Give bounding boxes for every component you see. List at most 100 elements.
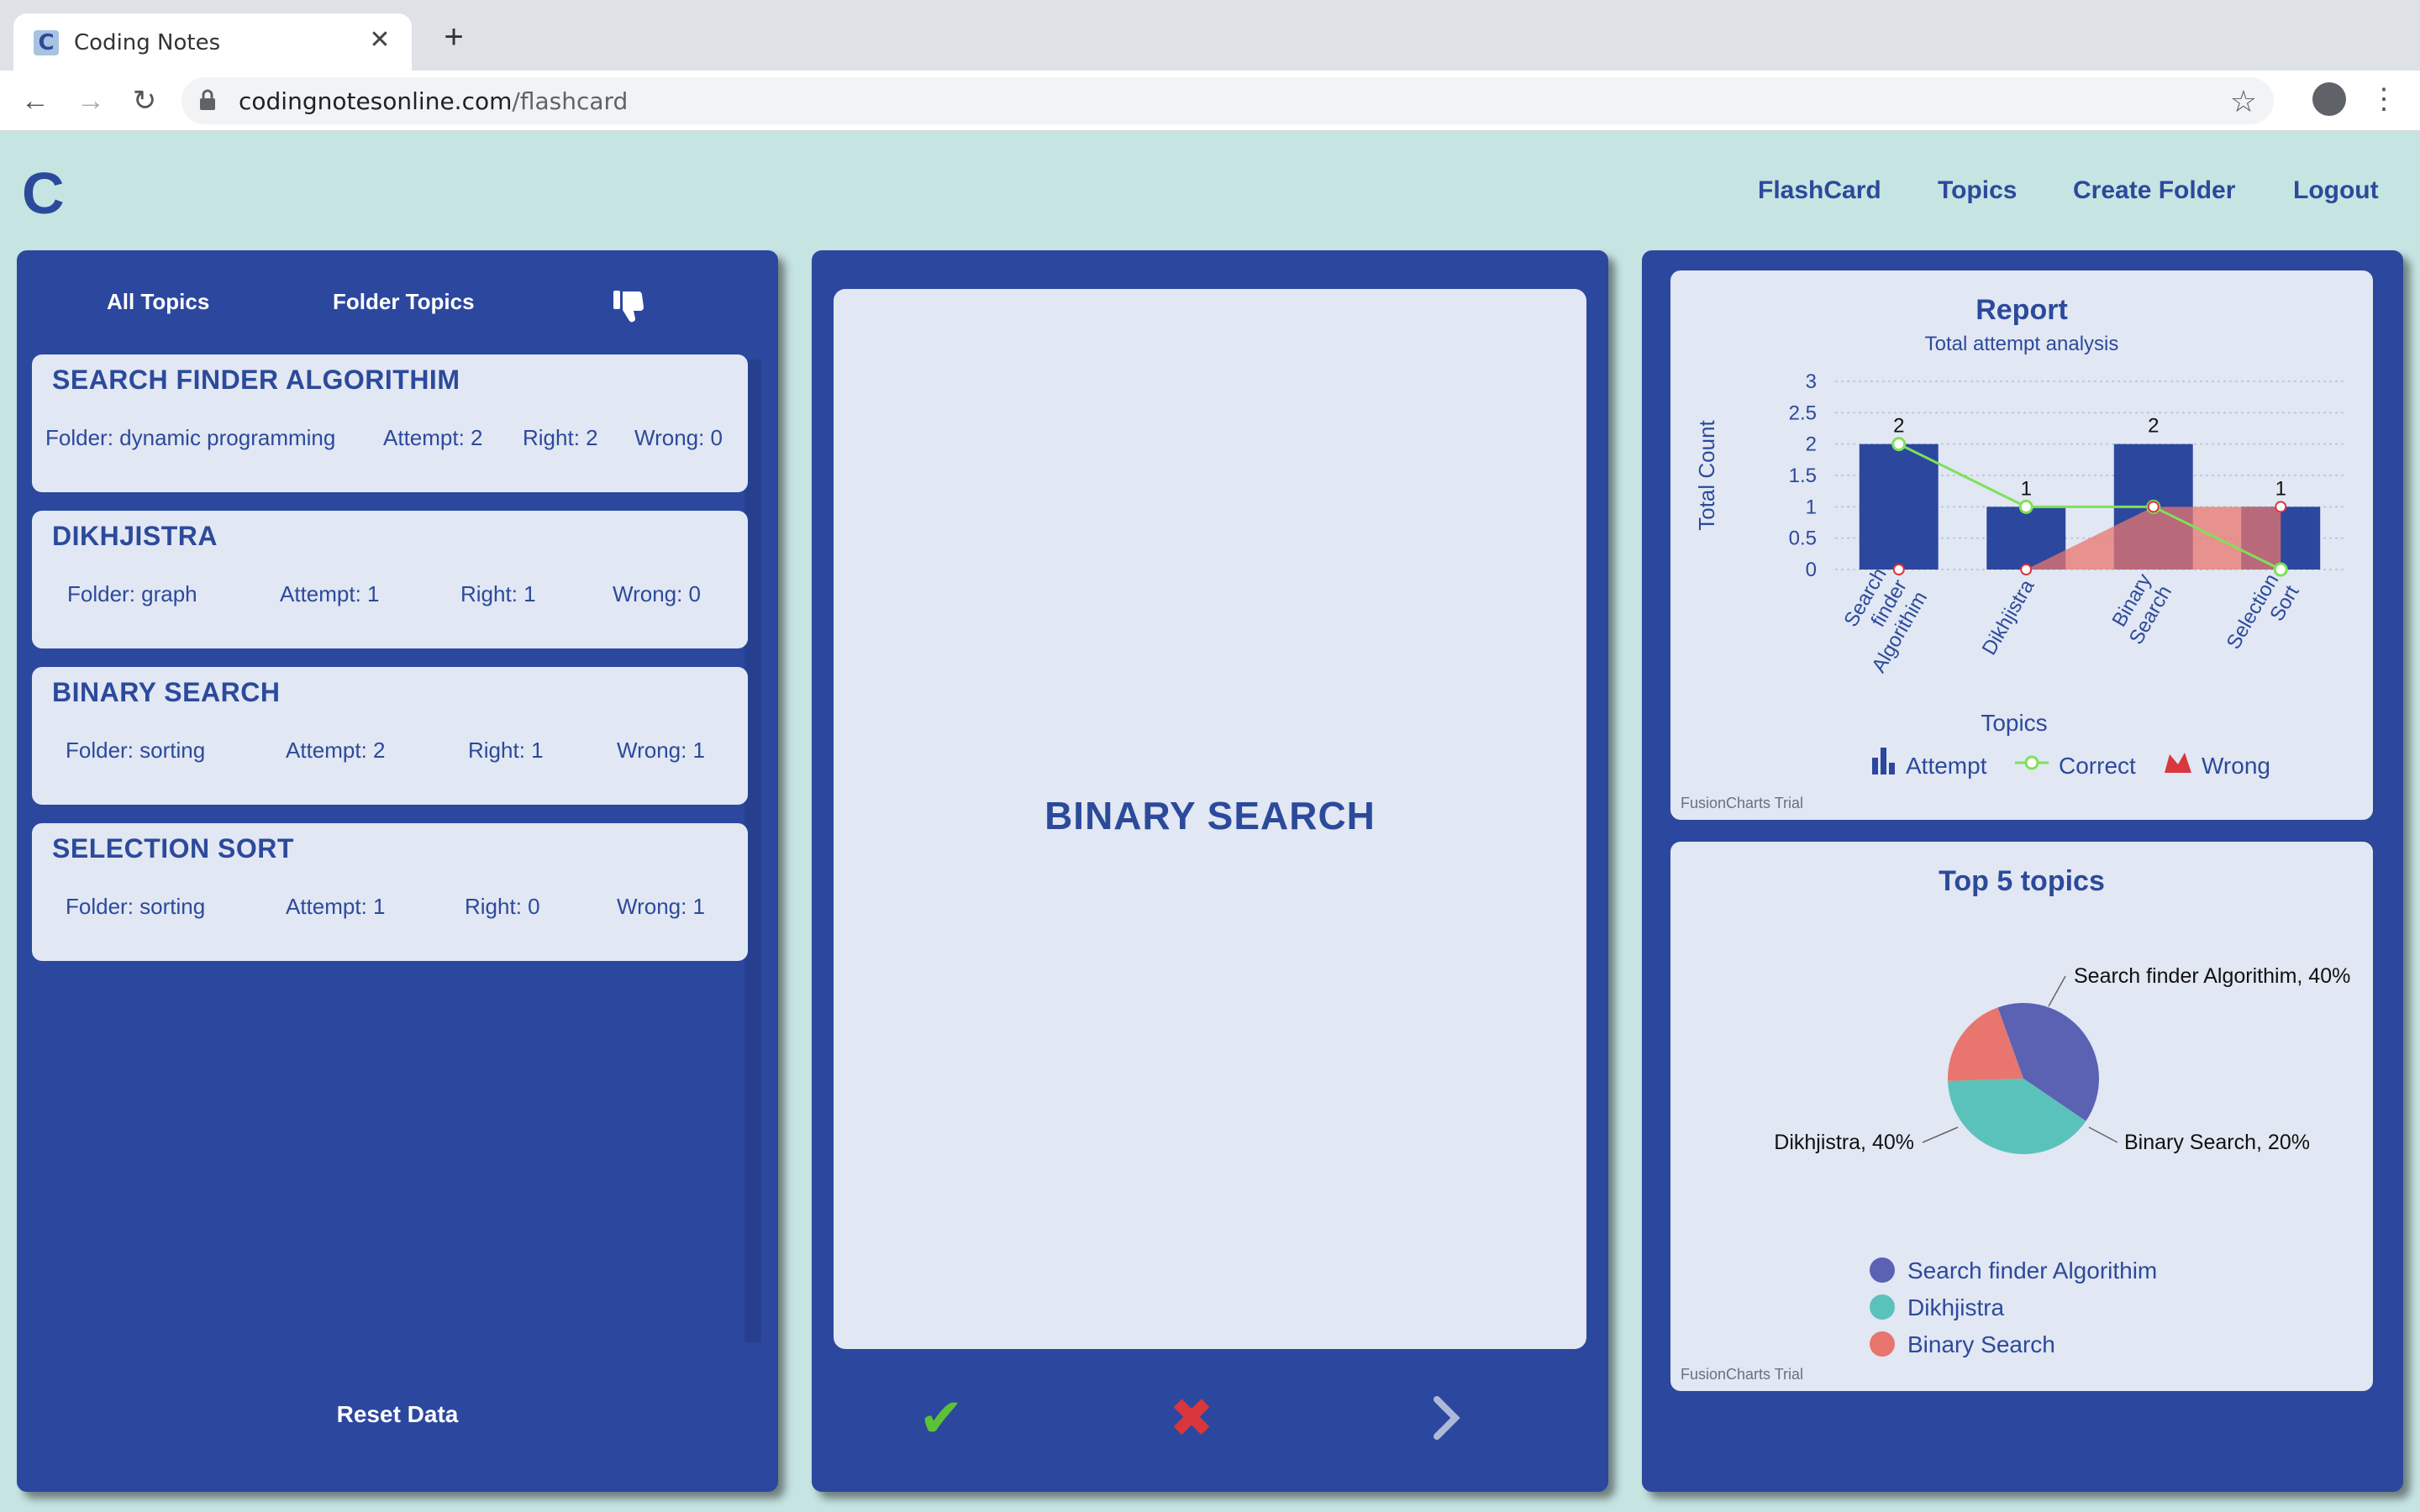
x-tick-label: Dikhjistra <box>1978 575 2039 659</box>
topic-attempt: Attempt: 2 <box>286 738 386 763</box>
app-logo[interactable]: C <box>22 160 65 227</box>
pie-chart-box: Top 5 topics Search finder Algorithim, 4… <box>1670 842 2373 1391</box>
topic-title: SELECTION SORT <box>52 833 294 864</box>
browser-tab[interactable]: C Coding Notes ✕ <box>13 13 412 71</box>
pie-data-label: Binary Search, 20% <box>2124 1131 2310 1154</box>
topic-card[interactable]: DIKHJISTRA Folder: graph Attempt: 1 Righ… <box>32 511 748 648</box>
correct-check-icon[interactable]: ✔ <box>908 1384 975 1452</box>
url-host: codingnotesonline.com <box>239 87 513 115</box>
topic-card[interactable]: BINARY SEARCH Folder: sorting Attempt: 2… <box>32 667 748 805</box>
bar-data-label: 2 <box>2148 415 2159 438</box>
legend-label: Search finder Algorithim <box>1907 1257 2157 1284</box>
nav-flashcard[interactable]: FlashCard <box>1758 176 1881 205</box>
topic-attempt: Attempt: 1 <box>280 581 380 606</box>
wrong-point <box>2020 564 2033 575</box>
chart-watermark: FusionCharts Trial <box>1681 795 1804 811</box>
reload-icon[interactable]: ↻ <box>126 82 163 119</box>
legend-label: Binary Search <box>1907 1331 2055 1357</box>
attempt-bar <box>1859 444 1939 570</box>
bookmark-star-icon[interactable]: ☆ <box>2230 84 2257 119</box>
flashcard[interactable]: BINARY SEARCH <box>834 289 1586 1349</box>
topic-wrong: Wrong: 1 <box>617 894 706 919</box>
lock-icon <box>200 89 215 110</box>
flashcard-text: BINARY SEARCH <box>1044 794 1376 837</box>
forward-icon[interactable]: → <box>72 82 109 119</box>
wrong-area <box>1898 507 2281 570</box>
reset-data-button[interactable]: Reset Data <box>17 1401 778 1428</box>
next-chevron-icon[interactable] <box>1412 1384 1479 1452</box>
correct-point <box>2273 562 2288 577</box>
bar-data-label: 2 <box>1893 415 1904 438</box>
browser-menu-icon[interactable]: ⋮ <box>2370 81 2398 118</box>
y-tick-label: 0 <box>1806 559 1817 581</box>
x-axis-title: Topics <box>1981 710 2047 736</box>
address-bar[interactable]: codingnotesonline.com/flashcard ☆ <box>182 77 2274 124</box>
pie-data-label: Dikhjistra, 40% <box>1774 1131 1914 1154</box>
pie-label-line <box>2048 975 2066 1007</box>
legend-label: Dikhjistra <box>1907 1294 2005 1320</box>
y-tick-label: 3 <box>1806 370 1817 393</box>
profile-avatar-icon[interactable] <box>2312 82 2346 116</box>
x-tick-label: SelectionSort <box>2223 570 2304 664</box>
wrong-point <box>2147 501 2160 513</box>
wrong-point <box>1892 564 1905 575</box>
legend-label: Wrong <box>2202 753 2270 779</box>
legend-marker-icon <box>1870 1294 1895 1320</box>
legend-attempt-icon <box>1881 748 1886 774</box>
nav-logout[interactable]: Logout <box>2293 176 2379 205</box>
nav-topics[interactable]: Topics <box>1938 176 2017 205</box>
url-path: /flashcard <box>512 87 629 115</box>
topic-card[interactable]: SEARCH FINDER ALGORITHIM Folder: dynamic… <box>32 354 748 492</box>
topic-wrong: Wrong: 0 <box>634 425 723 450</box>
wrong-point <box>2275 501 2287 513</box>
x-tick-label: BinarySearch <box>2104 570 2176 648</box>
x-tick-label: SearchfinderAlgorithim <box>1827 564 1932 677</box>
topic-folder: Folder: graph <box>67 581 197 606</box>
new-tab-icon[interactable]: + <box>437 20 471 54</box>
pie-label-line <box>1922 1126 1959 1143</box>
bar-data-label: 1 <box>2275 477 2286 500</box>
y-tick-label: 2 <box>1806 433 1817 456</box>
y-tick-label: 1 <box>1806 496 1817 518</box>
wrong-cross-icon[interactable]: ✖ <box>1158 1384 1225 1452</box>
tab-title: Coding Notes <box>74 30 221 55</box>
topics-panel: All Topics Folder Topics SEARCH FINDER A… <box>17 250 778 1492</box>
back-icon[interactable]: ← <box>17 82 54 119</box>
legend-correct-icon <box>2024 755 2039 770</box>
legend-attempt-icon <box>1889 763 1895 774</box>
nav-create-folder[interactable]: Create Folder <box>2073 176 2235 205</box>
topic-folder: Folder: dynamic programming <box>45 425 336 450</box>
browser-toolbar: ← → ↻ codingnotesonline.com/flashcard ☆ … <box>0 71 2420 131</box>
legend-attempt-icon <box>1872 758 1878 774</box>
topic-wrong: Wrong: 1 <box>617 738 706 763</box>
topic-folder: Folder: sorting <box>66 738 206 763</box>
browser-tabstrip: C Coding Notes ✕ + <box>0 0 2420 71</box>
pie-label-line <box>2088 1126 2118 1143</box>
y-tick-label: 0.5 <box>1789 528 1817 550</box>
legend-attempt: Attempt <box>1872 748 1987 779</box>
tab-folder-topics[interactable]: Folder Topics <box>333 289 475 315</box>
legend-label: Attempt <box>1906 753 1987 779</box>
close-tab-icon[interactable]: ✕ <box>365 25 395 55</box>
topic-card[interactable]: SELECTION SORT Folder: sorting Attempt: … <box>32 823 748 961</box>
topic-attempt: Attempt: 1 <box>286 894 386 919</box>
topic-title: DIKHJISTRA <box>52 521 218 551</box>
legend-label: Correct <box>2059 753 2136 779</box>
legend-wrong-icon <box>2165 753 2191 773</box>
report-panel: Report Total attempt analysis 0 0.5 1 1.5 2 2… <box>1642 250 2403 1492</box>
tab-all-topics[interactable]: All Topics <box>107 289 209 315</box>
flashcard-panel: BINARY SEARCH ✔ ✖ <box>812 250 1608 1492</box>
correct-point <box>1891 437 1907 452</box>
topic-title: BINARY SEARCH <box>52 677 281 707</box>
y-axis-title: Total Count <box>1694 419 1719 530</box>
legend-marker-icon <box>1870 1331 1895 1357</box>
topic-folder: Folder: sorting <box>66 894 206 919</box>
topic-right: Right: 1 <box>460 581 536 606</box>
topic-wrong: Wrong: 0 <box>613 581 702 606</box>
topic-right: Right: 0 <box>465 894 540 919</box>
correct-point <box>2018 499 2033 514</box>
y-tick-label: 2.5 <box>1789 402 1817 424</box>
pie-watermark: FusionCharts Trial <box>1681 1366 1804 1383</box>
pie-chart: Search finder Algorithim, 40% Dikhjistra,… <box>1774 964 2350 1357</box>
thumbs-down-icon[interactable] <box>612 287 649 324</box>
